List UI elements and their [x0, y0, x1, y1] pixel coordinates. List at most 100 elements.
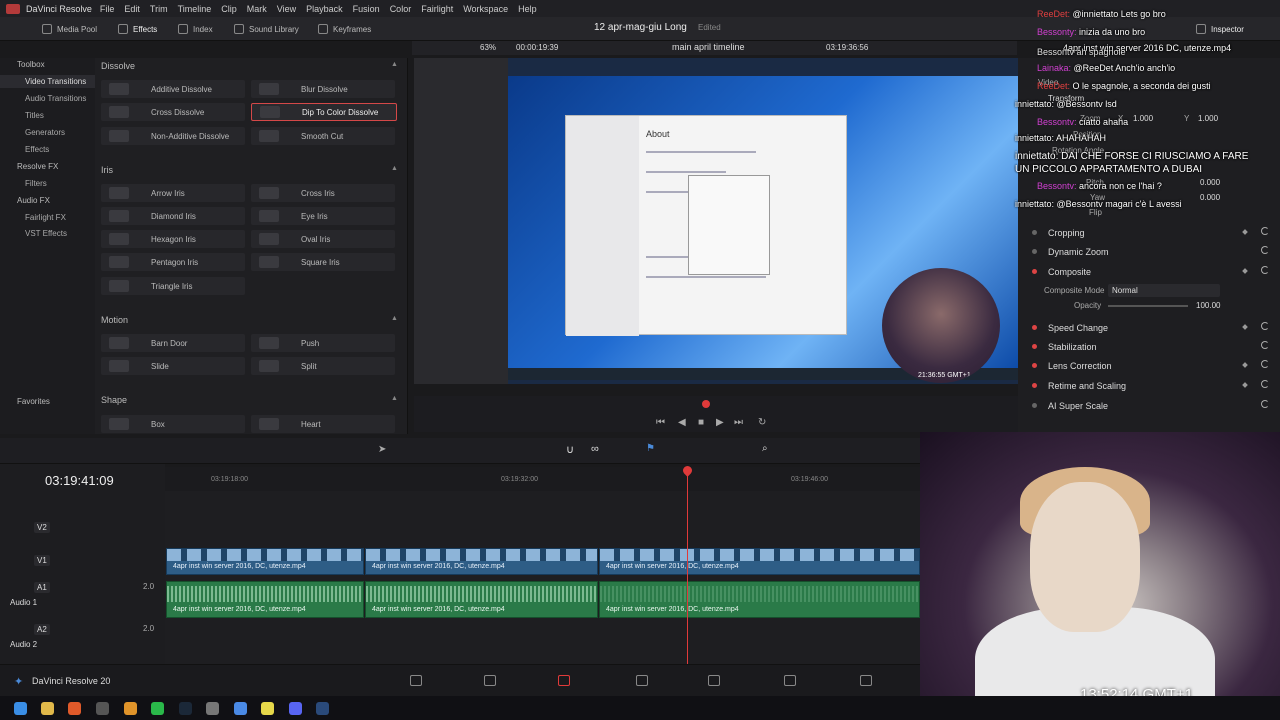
keyframe-icon[interactable]	[1242, 229, 1248, 235]
audio-clip[interactable]: 4apr inst win server 2016, DC, utenze.mp…	[599, 581, 920, 618]
discord-icon[interactable]	[289, 702, 302, 715]
tree-toolbox[interactable]: Toolbox	[17, 60, 45, 69]
media-pool-button[interactable]: Media Pool	[42, 17, 97, 41]
fx-item[interactable]: Slide	[101, 357, 245, 375]
section-ai-super-scale[interactable]: AI Super Scale	[1018, 397, 1280, 415]
reset-icon[interactable]	[1261, 322, 1269, 330]
media-page-icon[interactable]	[410, 675, 422, 686]
enable-icon[interactable]	[1032, 230, 1037, 235]
fx-item[interactable]: Diamond Iris	[101, 207, 245, 225]
fx-item[interactable]: Cross Iris	[251, 184, 395, 202]
tree-generators[interactable]: Generators	[25, 128, 65, 137]
edit-page-icon[interactable]	[558, 675, 570, 686]
brave-icon[interactable]	[68, 702, 81, 715]
tree-filters[interactable]: Filters	[25, 179, 47, 188]
fusion-page-icon[interactable]	[636, 675, 648, 686]
github-icon[interactable]	[206, 702, 219, 715]
davinci-taskbar-icon[interactable]	[316, 702, 329, 715]
fx-item[interactable]: Heart	[251, 415, 395, 433]
enable-icon[interactable]	[1032, 269, 1037, 274]
menu-timeline[interactable]: Timeline	[178, 4, 212, 14]
file-explorer-icon[interactable]	[41, 702, 54, 715]
zoom-icon[interactable]: ⌕	[762, 443, 768, 454]
keyframe-icon[interactable]	[1242, 324, 1248, 330]
reset-icon[interactable]	[1261, 341, 1269, 349]
section-retime-scaling[interactable]: Retime and Scaling	[1018, 377, 1280, 395]
tree-audio-transitions[interactable]: Audio Transitions	[25, 94, 86, 103]
menu-playback[interactable]: Playback	[306, 4, 343, 14]
play-icon[interactable]: ▶	[716, 417, 724, 428]
menu-workspace[interactable]: Workspace	[463, 4, 508, 14]
fx-item[interactable]: Pentagon Iris	[101, 253, 245, 271]
reverse-icon[interactable]: ◀	[678, 417, 686, 428]
menu-help[interactable]: Help	[518, 4, 537, 14]
viewer-playhead-icon[interactable]	[702, 400, 710, 408]
skip-forward-icon[interactable]: ⏭	[734, 417, 743, 428]
keyframes-button[interactable]: Keyframes	[318, 17, 371, 41]
fx-item[interactable]: Barn Door	[101, 334, 245, 352]
index-button[interactable]: Index	[178, 17, 213, 41]
tree-favorites[interactable]: Favorites	[17, 397, 50, 406]
fx-item[interactable]: Hexagon Iris	[101, 230, 245, 248]
section-speed-change[interactable]: Speed Change	[1018, 319, 1280, 337]
timeline-tracks[interactable]	[165, 491, 920, 664]
tree-vst-effects[interactable]: VST Effects	[25, 229, 67, 238]
tree-effects[interactable]: Effects	[25, 145, 49, 154]
tree-resolve-fx[interactable]: Resolve FX	[17, 162, 58, 171]
timeline-ruler[interactable]: 03:19:18:00 03:19:32:00 03:19:46:00	[165, 467, 920, 491]
link-icon[interactable]: ∞	[591, 443, 599, 455]
skip-back-icon[interactable]: ⏮	[656, 417, 665, 428]
reset-icon[interactable]	[1261, 266, 1269, 274]
composite-mode-select[interactable]: Normal	[1108, 284, 1220, 297]
menu-view[interactable]: View	[277, 4, 296, 14]
reset-icon[interactable]	[1261, 400, 1269, 408]
video-clip[interactable]: 4apr inst win server 2016, DC, utenze.mp…	[599, 548, 920, 575]
track-v2-label[interactable]: V2	[34, 522, 50, 533]
menu-fusion[interactable]: Fusion	[353, 4, 380, 14]
loop-icon[interactable]: ↻	[758, 417, 766, 428]
deliver-page-icon[interactable]	[860, 675, 872, 686]
fx-item[interactable]: Oval Iris	[251, 230, 395, 248]
menu-fairlight[interactable]: Fairlight	[421, 4, 453, 14]
track-a1-label[interactable]: A1	[34, 582, 50, 593]
fx-item[interactable]: Non-Additive Dissolve	[101, 127, 245, 145]
effects-button[interactable]: Effects	[118, 17, 157, 41]
tree-audio-fx[interactable]: Audio FX	[17, 196, 50, 205]
section-cropping[interactable]: Cropping	[1018, 224, 1280, 242]
keyframe-icon[interactable]	[1242, 362, 1248, 368]
fx-item[interactable]: Eye Iris	[251, 207, 395, 225]
audio-clip[interactable]: 4apr inst win server 2016, DC, utenze.mp…	[365, 581, 598, 618]
fx-item[interactable]: Smooth Cut	[251, 127, 395, 145]
reset-icon[interactable]	[1261, 246, 1269, 254]
enable-icon[interactable]	[1032, 363, 1037, 368]
sublime-icon[interactable]	[124, 702, 137, 715]
fx-item[interactable]: Blur Dissolve	[251, 80, 395, 98]
notes-icon[interactable]	[261, 702, 274, 715]
section-lens-correction[interactable]: Lens Correction	[1018, 357, 1280, 375]
track-v1-label[interactable]: V1	[34, 555, 50, 566]
enable-icon[interactable]	[1032, 325, 1037, 330]
section-stabilization[interactable]: Stabilization	[1018, 338, 1280, 356]
stop-icon[interactable]: ■	[698, 417, 704, 428]
fx-item[interactable]: Split	[251, 357, 395, 375]
reset-icon[interactable]	[1261, 360, 1269, 368]
flag-icon[interactable]: ⚑	[646, 443, 655, 454]
enable-icon[interactable]	[1032, 344, 1037, 349]
reset-icon[interactable]	[1261, 227, 1269, 235]
track-a2-label[interactable]: A2	[34, 624, 50, 635]
terminal-icon[interactable]	[96, 702, 109, 715]
tree-fairlight-fx[interactable]: Fairlight FX	[25, 213, 66, 222]
start-icon[interactable]	[14, 702, 27, 715]
enable-icon[interactable]	[1032, 383, 1037, 388]
enable-icon[interactable]	[1032, 249, 1037, 254]
enable-icon[interactable]	[1032, 403, 1037, 408]
audio-clip[interactable]: 4apr inst win server 2016, DC, utenze.mp…	[166, 581, 364, 618]
fx-item[interactable]: Box	[101, 415, 245, 433]
section-shape[interactable]: Shape ▲	[101, 395, 398, 405]
section-dissolve[interactable]: Dissolve ▲	[101, 61, 398, 71]
chrome-icon[interactable]	[234, 702, 247, 715]
section-dynamic-zoom[interactable]: Dynamic Zoom	[1018, 243, 1280, 261]
fx-item[interactable]: Triangle Iris	[101, 277, 245, 295]
opacity-value[interactable]: 100.00	[1196, 301, 1220, 310]
timeline-name[interactable]: main april timeline	[672, 42, 745, 52]
